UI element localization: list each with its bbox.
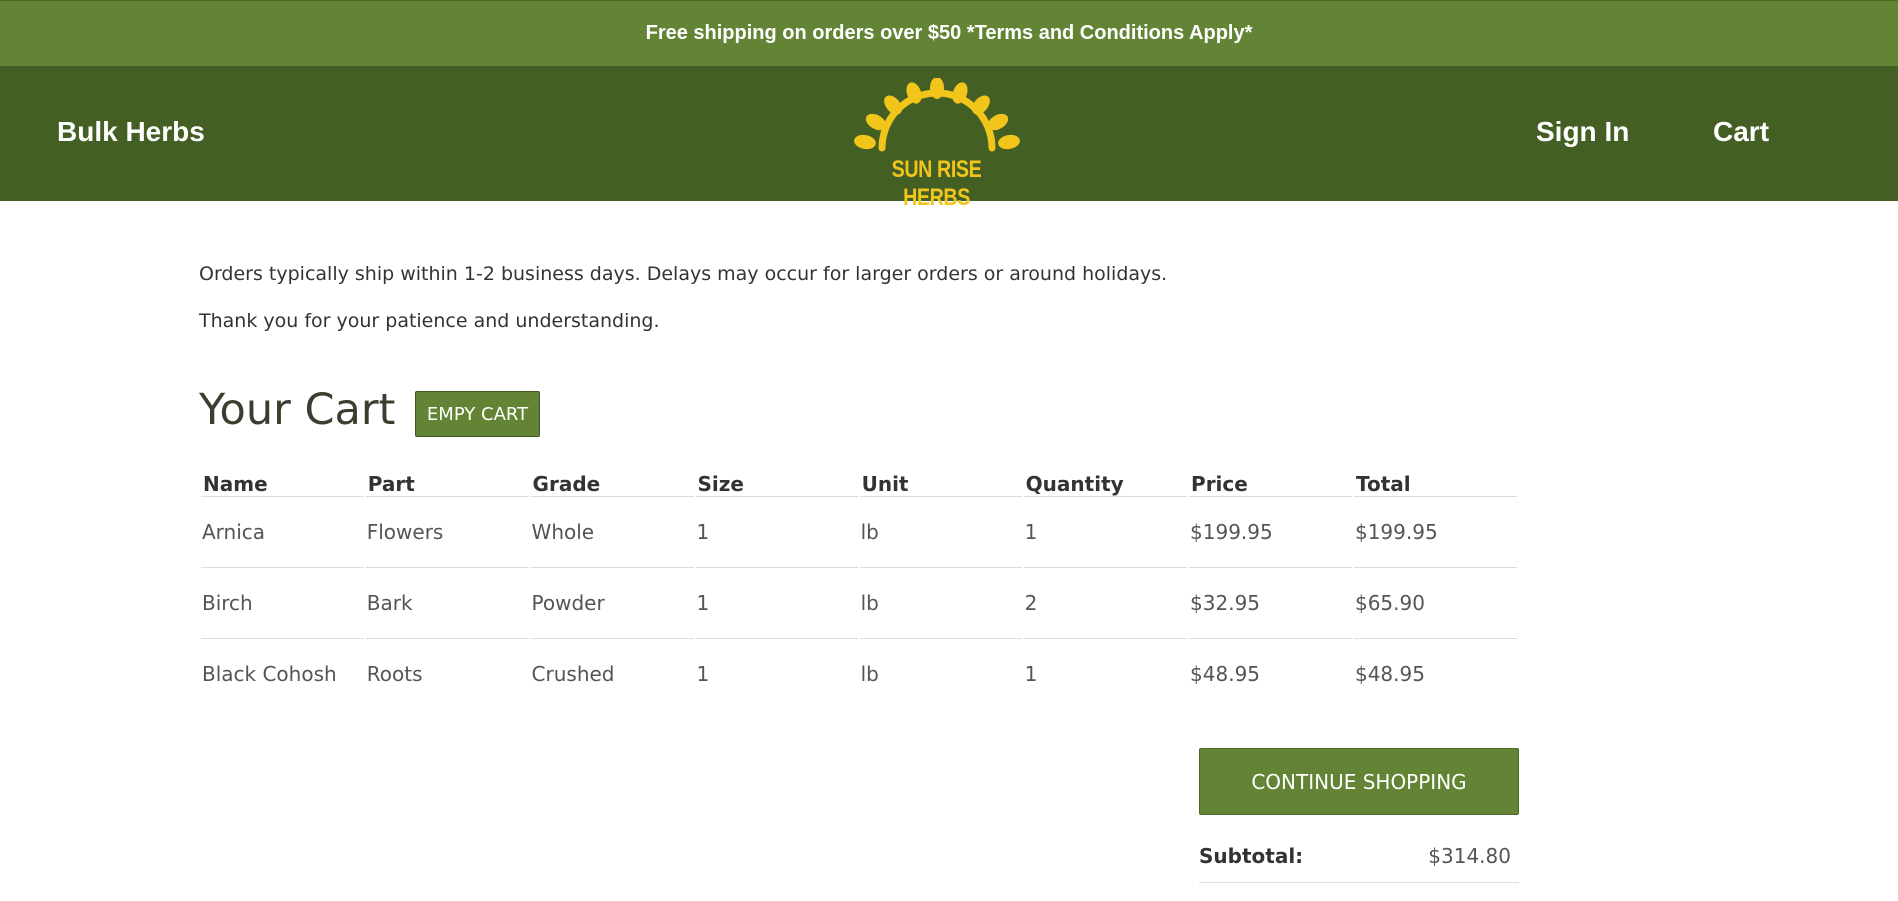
cell-grade: Powder (530, 568, 694, 639)
cell-name: Black Cohosh (202, 662, 337, 686)
column-header-price: Price (1189, 465, 1352, 497)
cell-price: $48.95 (1190, 662, 1261, 686)
table-row: Birch Bark Powder 1 lb 2 $32.95 $65.90 (201, 568, 1517, 639)
thank-you-notice: Thank you for your patience and understa… (199, 310, 660, 332)
logo-text: SUN RISE HERBS (891, 156, 982, 211)
cell-size: 1 (695, 497, 858, 568)
cell-total: $65.90 (1353, 568, 1517, 639)
subtotal-row: Subtotal: $314.80 (1199, 830, 1519, 883)
cell-quantity: 1 (1023, 497, 1188, 568)
cell-part: Bark (365, 568, 529, 639)
cell-unit: lb (859, 568, 1022, 639)
cell-unit: lb (860, 662, 879, 686)
table-header-row: Name Part Grade Size Unit Quantity Price… (201, 465, 1517, 497)
page-title: Your Cart (199, 385, 396, 435)
cell-quantity: 1 (1024, 662, 1038, 686)
cart-link[interactable]: Cart (1713, 116, 1769, 148)
cell-name: Birch (201, 568, 364, 639)
column-header-part: Part (365, 465, 529, 497)
cell-grade: Whole (530, 497, 694, 568)
cell-total: $199.95 (1353, 497, 1517, 568)
subtotal-value: $314.80 (1428, 844, 1511, 868)
sunrise-logo-icon (854, 77, 1020, 152)
column-header-unit: Unit (859, 465, 1022, 497)
cell-price: $199.95 (1189, 497, 1352, 568)
column-header-quantity: Quantity (1023, 465, 1188, 497)
shipping-notice: Orders typically ship within 1-2 busines… (199, 263, 1168, 285)
nav-link-bulk-herbs[interactable]: Bulk Herbs (57, 116, 205, 148)
column-header-total: Total (1353, 465, 1517, 497)
empty-cart-button[interactable]: EMPY CART (415, 391, 540, 437)
column-header-grade: Grade (530, 465, 694, 497)
continue-shopping-button[interactable]: CONTINUE SHOPPING (1199, 748, 1519, 815)
site-logo[interactable]: SUN RISE HERBS (849, 77, 1024, 211)
cell-part: Flowers (365, 497, 529, 568)
sign-in-link[interactable]: Sign In (1536, 116, 1629, 148)
cell-unit: lb (859, 497, 1022, 568)
table-row: Black Cohosh Roots Crushed 1 lb 1 $48.95… (201, 639, 1517, 709)
subtotal-label: Subtotal: (1199, 844, 1304, 868)
cart-table: Name Part Grade Size Unit Quantity Price… (199, 465, 1519, 709)
cell-size: 1 (696, 662, 710, 686)
cell-part: Roots (366, 662, 423, 686)
cell-size: 1 (695, 568, 858, 639)
promo-banner: Free shipping on orders over $50 *Terms … (0, 0, 1898, 66)
cell-price: $32.95 (1189, 568, 1352, 639)
cell-grade: Crushed (531, 662, 615, 686)
cell-total: $48.95 (1354, 662, 1425, 686)
promo-banner-text: Free shipping on orders over $50 *Terms … (645, 22, 1253, 44)
table-row: Arnica Flowers Whole 1 lb 1 $199.95 $199… (201, 497, 1517, 568)
cell-name: Arnica (201, 497, 364, 568)
column-header-size: Size (695, 465, 858, 497)
cell-quantity: 2 (1023, 568, 1188, 639)
site-header: Bulk Herbs SUN RISE HERBS Sign In Cart (0, 66, 1898, 211)
column-header-name: Name (201, 465, 364, 497)
